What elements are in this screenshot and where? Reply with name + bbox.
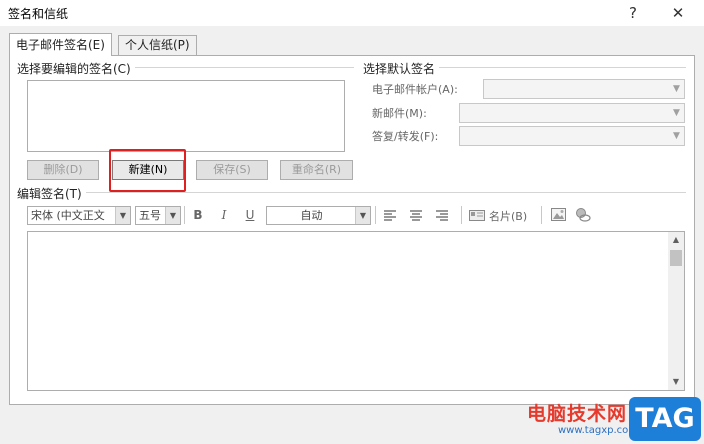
business-card-button[interactable]: 名片(B) xyxy=(469,206,537,224)
email-account-label: 电子邮件帐户(A): xyxy=(372,83,458,96)
chevron-down-icon: ▼ xyxy=(165,207,180,224)
chevron-down-icon: ▼ xyxy=(115,207,130,224)
font-color-select[interactable]: 自动 ▼ xyxy=(266,206,371,225)
tab-email-signature[interactable]: 电子邮件签名(E) xyxy=(9,33,112,56)
font-select[interactable]: 宋体 (中文正文 ▼ xyxy=(27,206,131,225)
scroll-up-icon[interactable]: ▲ xyxy=(668,232,684,248)
signature-list[interactable] xyxy=(27,80,345,152)
replies-forwards-label: 答复/转发(F): xyxy=(372,130,439,143)
close-button[interactable]: ✕ xyxy=(660,0,696,26)
chevron-down-icon: ▼ xyxy=(673,108,680,118)
watermark-text: 电脑技术网 xyxy=(527,403,628,425)
scrollbar[interactable]: ▲ ▼ xyxy=(668,232,684,390)
font-color-value: 自动 xyxy=(300,209,323,222)
highlight-box xyxy=(109,149,186,192)
align-center-icon[interactable] xyxy=(407,206,425,224)
toolbar-separator xyxy=(541,206,542,224)
title-bar: 签名和信纸 ? ✕ xyxy=(0,0,704,26)
replies-forwards-select[interactable]: ▼ xyxy=(459,126,685,146)
rename-button[interactable]: 重命名(R) xyxy=(280,160,353,180)
save-button[interactable]: 保存(S) xyxy=(196,160,268,180)
chevron-down-icon: ▼ xyxy=(673,84,680,94)
delete-button[interactable]: 删除(D) xyxy=(27,160,99,180)
tag-logo: TAG xyxy=(629,397,701,441)
chevron-down-icon: ▼ xyxy=(673,131,680,141)
hyperlink-icon[interactable] xyxy=(574,206,592,224)
insert-picture-icon[interactable] xyxy=(549,206,567,224)
italic-button[interactable]: I xyxy=(215,206,233,224)
new-messages-select[interactable]: ▼ xyxy=(459,103,685,123)
window-title: 签名和信纸 xyxy=(8,7,69,21)
tab-personal-stationery[interactable]: 个人信纸(P) xyxy=(118,35,197,55)
chevron-down-icon: ▼ xyxy=(355,207,370,224)
select-signature-label: 选择要编辑的签名(C) xyxy=(17,60,135,77)
toolbar-separator xyxy=(461,206,462,224)
help-button[interactable]: ? xyxy=(615,0,651,26)
scroll-thumb[interactable] xyxy=(670,250,682,266)
align-left-icon[interactable] xyxy=(381,206,399,224)
align-right-icon[interactable] xyxy=(433,206,451,224)
email-account-select[interactable]: ▼ xyxy=(483,79,685,99)
font-size-select[interactable]: 五号 ▼ xyxy=(135,206,181,225)
scroll-down-icon[interactable]: ▼ xyxy=(668,374,684,390)
default-signature-label: 选择默认签名 xyxy=(363,60,440,77)
edit-signature-label: 编辑签名(T) xyxy=(17,185,86,202)
business-card-label: 名片(B) xyxy=(489,210,528,223)
font-value: 宋体 (中文正文 xyxy=(31,209,105,222)
business-card-icon xyxy=(469,210,485,224)
new-messages-label: 新邮件(M): xyxy=(372,107,427,120)
bold-button[interactable]: B xyxy=(189,206,207,224)
watermark-url: www.tagxp.com xyxy=(558,425,638,436)
font-size-value: 五号 xyxy=(139,209,161,222)
toolbar-separator xyxy=(184,206,185,224)
underline-button[interactable]: U xyxy=(241,206,259,224)
group-divider xyxy=(18,192,686,193)
signature-editor[interactable]: ▲ ▼ xyxy=(27,231,685,391)
toolbar-separator xyxy=(375,206,376,224)
